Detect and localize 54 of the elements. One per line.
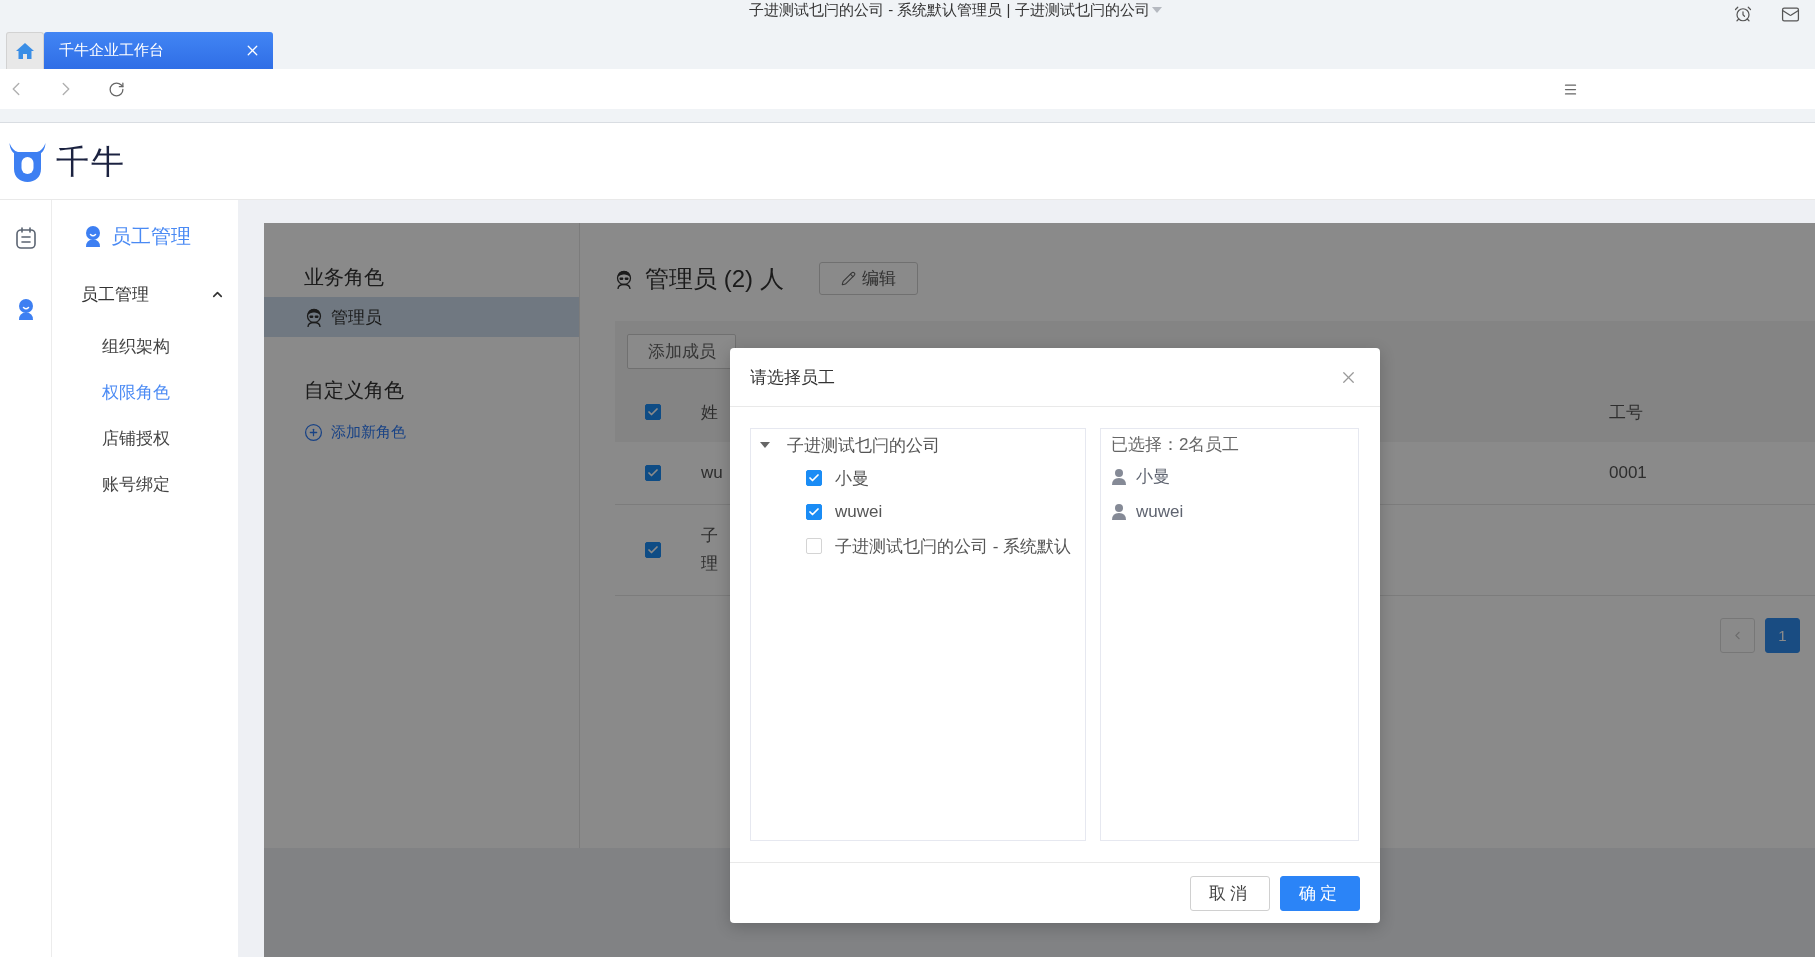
- group-title: 管理员 (2) 人: [645, 263, 784, 294]
- checkmark-icon: [647, 467, 659, 479]
- checkbox[interactable]: [645, 542, 661, 558]
- role-item[interactable]: 管理员: [264, 297, 579, 337]
- tree-node[interactable]: 小曼: [835, 466, 869, 490]
- sidebar-item[interactable]: 组织架构: [52, 323, 238, 369]
- logo-text: 千牛: [56, 141, 126, 182]
- checkbox[interactable]: [645, 465, 661, 481]
- notepad-icon[interactable]: [15, 227, 36, 249]
- pencil-icon: [840, 271, 856, 286]
- checkbox[interactable]: [806, 504, 822, 520]
- table-cell-text: 子 理: [701, 525, 718, 575]
- section-heading: 自定义角色: [303, 377, 405, 403]
- sidebar-item[interactable]: 店铺授权: [52, 415, 238, 461]
- plus-circle-icon: [304, 422, 323, 442]
- dialog-title: 请选择员工: [750, 366, 835, 389]
- home-icon: [16, 43, 34, 59]
- checkmark-icon: [647, 544, 659, 556]
- person-icon: [1111, 503, 1127, 520]
- checkmark-icon: [808, 506, 820, 518]
- menu-icon: [1562, 81, 1578, 97]
- selected-person: wuwei: [1136, 501, 1184, 522]
- avatar-icon: [615, 268, 633, 289]
- checkbox[interactable]: [645, 404, 661, 420]
- table-cell-text: 0001: [1609, 462, 1647, 484]
- checkmark-icon: [808, 472, 820, 484]
- table-cell-text: wu: [701, 462, 723, 484]
- browser-tab[interactable]: 千牛企业工作台: [44, 32, 273, 69]
- reload-icon: [107, 80, 125, 98]
- sidebar-item[interactable]: 账号绑定: [52, 461, 238, 507]
- sidebar-title: 员工管理: [111, 223, 191, 249]
- column-header: 姓: [701, 401, 718, 424]
- mail-icon[interactable]: [1781, 5, 1800, 24]
- column-header: 工号: [1609, 401, 1643, 424]
- person-icon: [1111, 468, 1127, 485]
- edit-button[interactable]: 编辑: [818, 262, 918, 295]
- alarm-clock-icon[interactable]: [1734, 5, 1752, 23]
- tree-node[interactable]: 子进测试乜闩的公司: [787, 433, 940, 457]
- avatar-icon: [305, 307, 323, 327]
- section-heading: 业务角色: [303, 264, 385, 290]
- home-tab[interactable]: [6, 32, 44, 69]
- window-title: 子进测试乜闩的公司 - 系统默认管理员 | 子进测试乜闩的公司: [749, 1, 1150, 19]
- selected-person: 小曼: [1136, 466, 1170, 488]
- selected-count: 已选择：2名员工: [1111, 433, 1240, 456]
- checkbox[interactable]: [806, 470, 822, 486]
- person-icon: [83, 225, 103, 247]
- tree-node[interactable]: wuwei: [835, 502, 883, 522]
- confirm-button[interactable]: 确定: [1280, 875, 1360, 911]
- tree-node[interactable]: 子进测试乜闩的公司 - 系统默认: [835, 534, 1072, 558]
- menu-group[interactable]: 员工管理: [52, 274, 238, 314]
- cancel-button[interactable]: 取消: [1190, 875, 1270, 911]
- checkmark-icon: [647, 406, 659, 418]
- toolbar-button[interactable]: 添加成员: [627, 334, 736, 369]
- cow-head-logo: [9, 142, 46, 182]
